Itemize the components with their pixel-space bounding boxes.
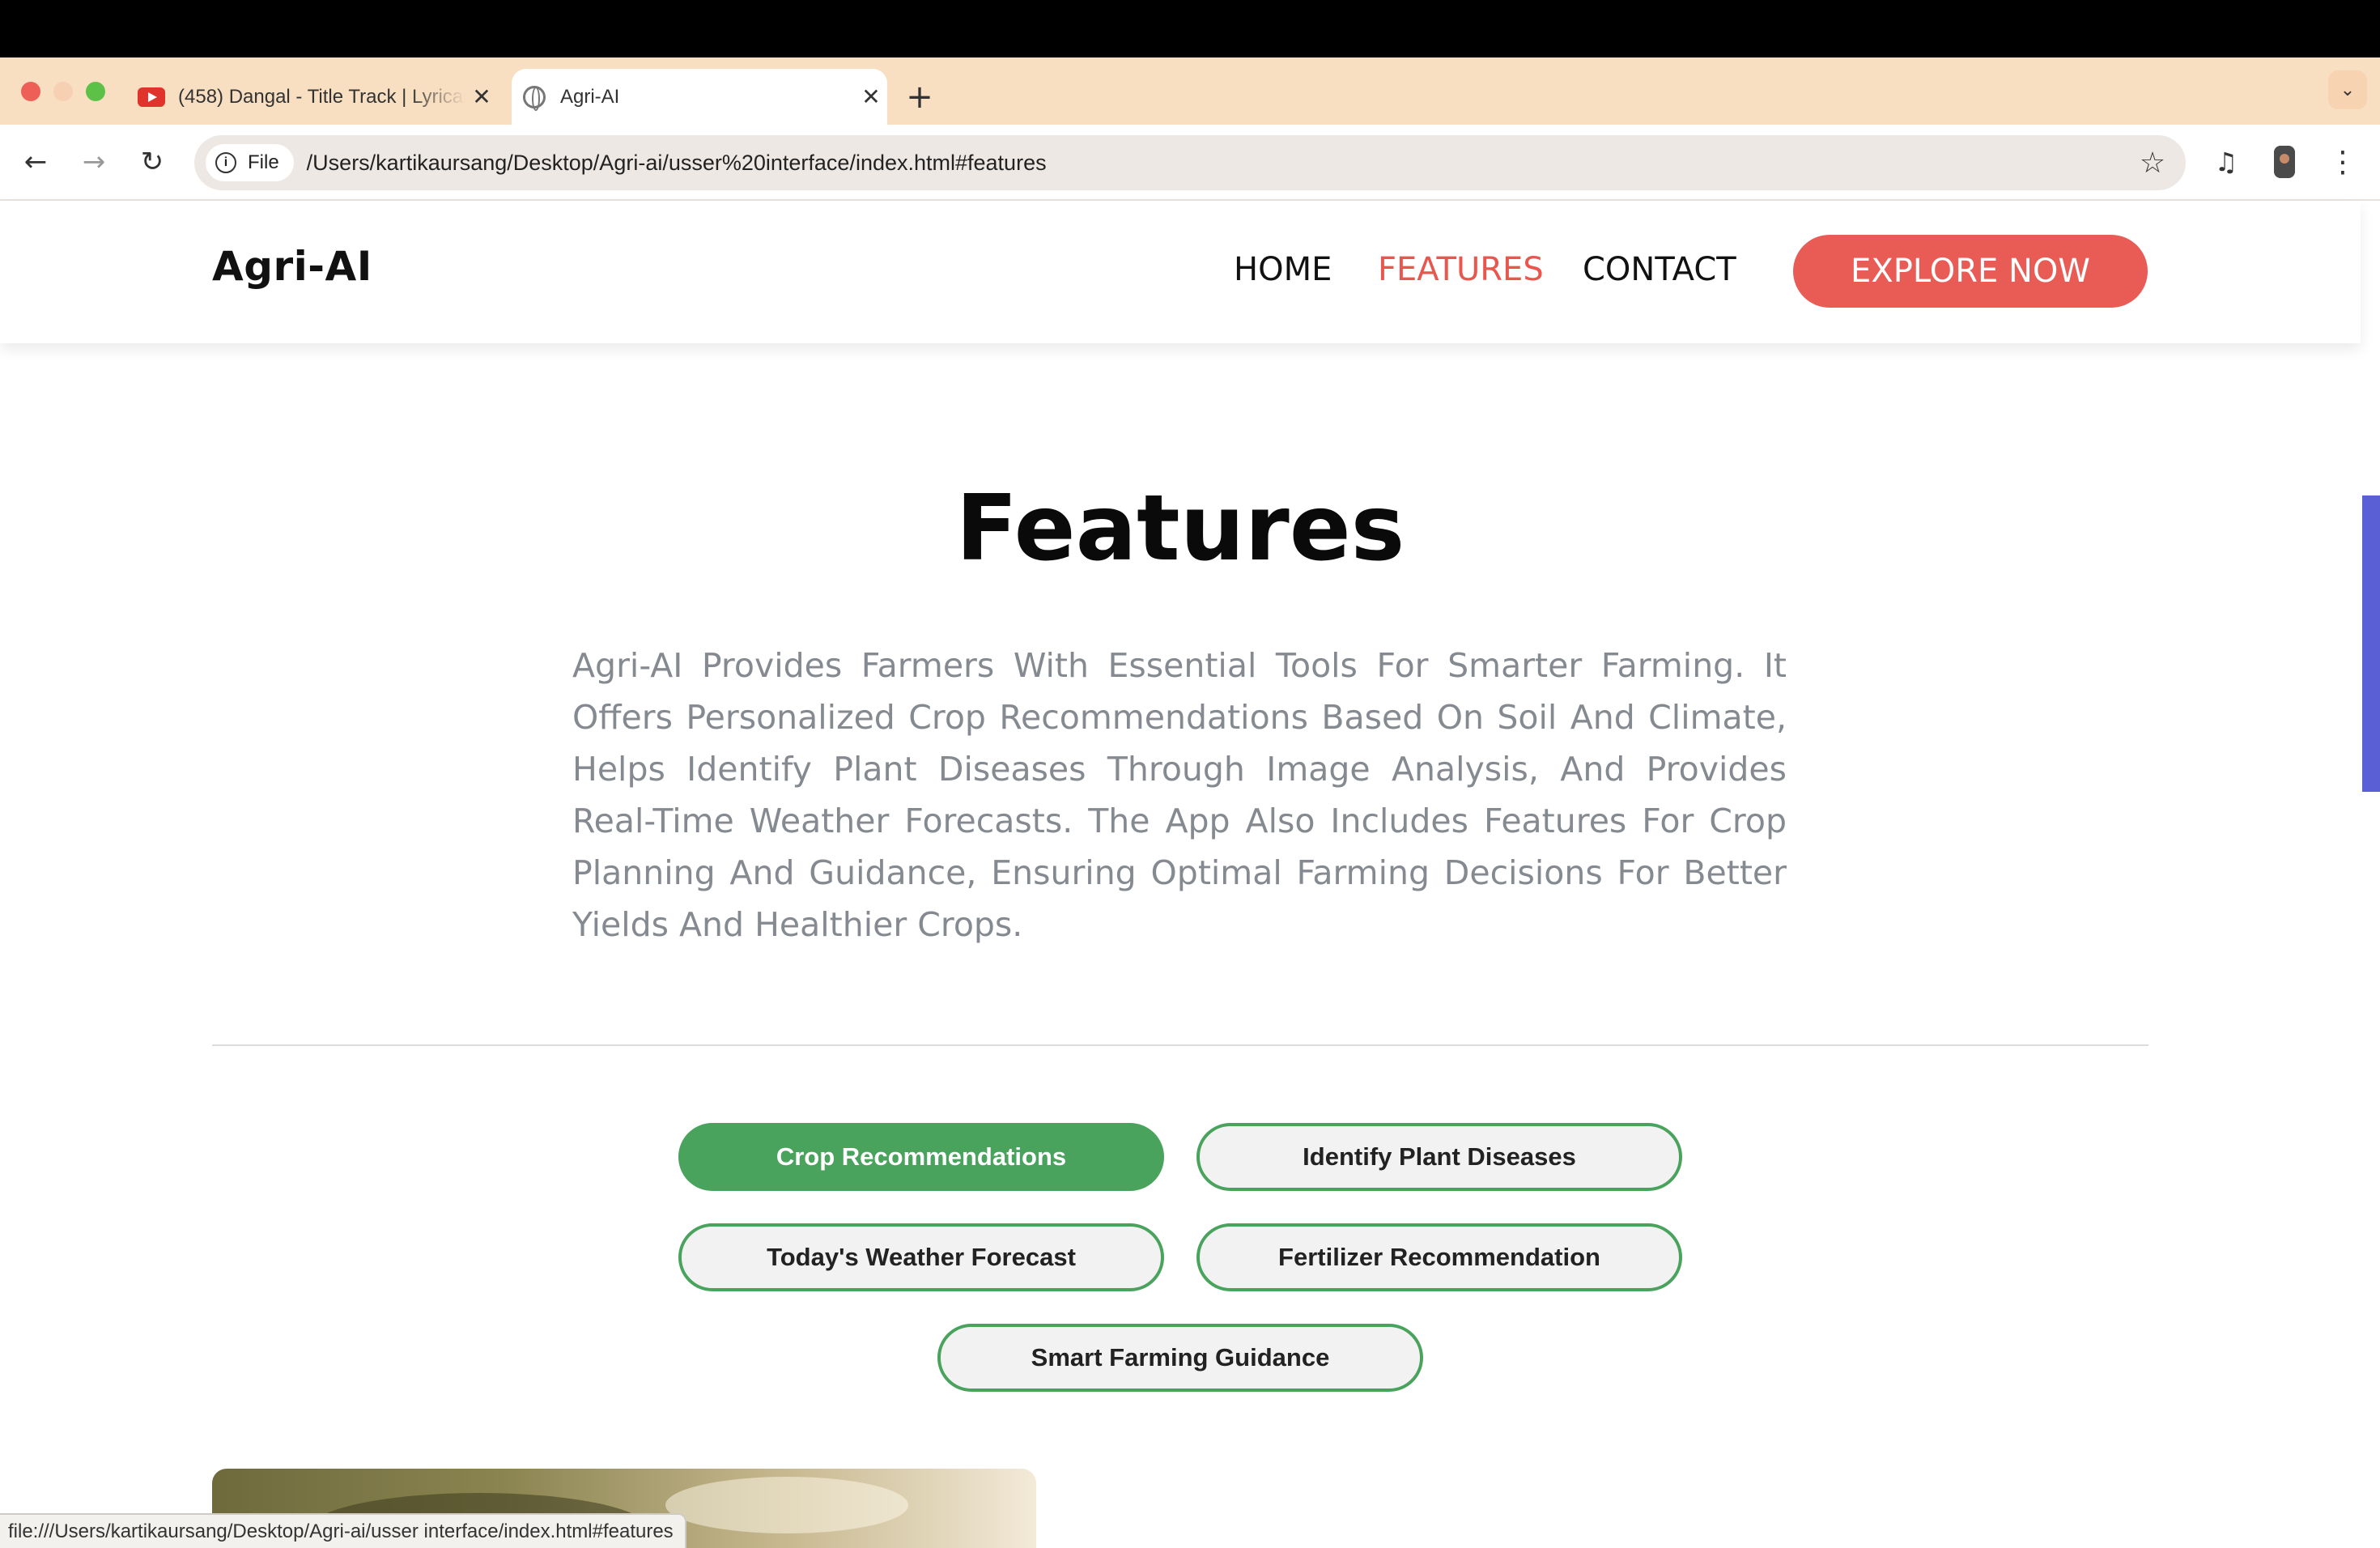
arrow-right-icon: → <box>82 146 106 178</box>
address-bar[interactable]: i File /Users/kartikaursang/Desktop/Agri… <box>194 135 2186 190</box>
more-vertical-icon: ⋮ <box>2328 145 2357 179</box>
back-button[interactable]: ← <box>15 141 57 183</box>
scrollbar-thumb[interactable] <box>2362 495 2380 792</box>
system-top-bar <box>0 0 2380 57</box>
browser-tab-youtube[interactable]: (458) Dangal - Title Track | Lyrical | D… <box>130 69 498 125</box>
chevron-down-icon: ⌄ <box>2340 79 2356 100</box>
new-tab-button[interactable]: + <box>903 69 936 125</box>
crop-recommendations-button[interactable]: Crop Recommendations <box>678 1123 1164 1191</box>
reload-icon: ↻ <box>140 146 164 178</box>
site-info-chip[interactable]: i File <box>206 144 294 181</box>
site-info-label: File <box>248 151 279 173</box>
section-title: Features <box>955 476 1405 581</box>
nav-contact-link[interactable]: CONTACT <box>1583 251 1736 288</box>
fertilizer-recommendation-button[interactable]: Fertilizer Recommendation <box>1196 1223 1682 1291</box>
site-logo[interactable]: Agri-AI <box>212 243 372 290</box>
profile-button[interactable] <box>2263 141 2306 183</box>
tab-search-button[interactable]: ⌄ <box>2328 70 2367 109</box>
smart-farming-guidance-button[interactable]: Smart Farming Guidance <box>937 1324 1423 1392</box>
forward-button[interactable]: → <box>73 141 115 183</box>
arrow-left-icon: ← <box>23 146 48 178</box>
globe-icon <box>523 85 546 111</box>
browser-tab-agri-ai[interactable]: Agri-AI ✕ <box>512 69 887 125</box>
url-text[interactable]: /Users/kartikaursang/Desktop/Agri-ai/uss… <box>307 151 2131 176</box>
info-icon: i <box>215 152 236 173</box>
media-controls-button[interactable]: ♫ <box>2205 141 2247 183</box>
tab-title: (458) Dangal - Title Track | Lyrical | D… <box>178 85 465 108</box>
section-description: Agri-AI Provides Farmers With Essential … <box>572 646 1787 944</box>
browser-menu-button[interactable]: ⋮ <box>2322 141 2364 183</box>
window-close-button[interactable] <box>21 82 40 101</box>
browser-tab-strip: (458) Dangal - Title Track | Lyrical | D… <box>0 57 2380 125</box>
window-zoom-button[interactable] <box>86 82 105 101</box>
close-icon[interactable]: ✕ <box>855 83 887 110</box>
window-minimize-button[interactable] <box>53 82 73 101</box>
avatar <box>2274 146 2295 178</box>
media-queue-icon: ♫ <box>2214 147 2238 177</box>
tab-title: Agri-AI <box>560 85 620 108</box>
section-divider <box>212 1044 2148 1046</box>
nav-home-link[interactable]: HOME <box>1234 251 1332 288</box>
site-header: Agri-AI HOME FEATURES CONTACT EXPLORE NO… <box>0 201 2361 343</box>
browser-toolbar: ← → ↻ i File /Users/kartikaursang/Deskto… <box>0 125 2380 201</box>
identify-plant-diseases-button[interactable]: Identify Plant Diseases <box>1196 1123 1682 1191</box>
close-icon[interactable]: ✕ <box>465 83 498 110</box>
weather-forecast-button[interactable]: Today's Weather Forecast <box>678 1223 1164 1291</box>
link-status-bar: file:///Users/kartikaursang/Desktop/Agri… <box>0 1513 686 1548</box>
reload-button[interactable]: ↻ <box>131 141 173 183</box>
youtube-icon <box>138 87 165 107</box>
bookmark-star-icon[interactable]: ☆ <box>2131 147 2174 180</box>
nav-features-link[interactable]: FEATURES <box>1378 251 1544 288</box>
explore-now-button[interactable]: EXPLORE NOW <box>1793 235 2148 308</box>
